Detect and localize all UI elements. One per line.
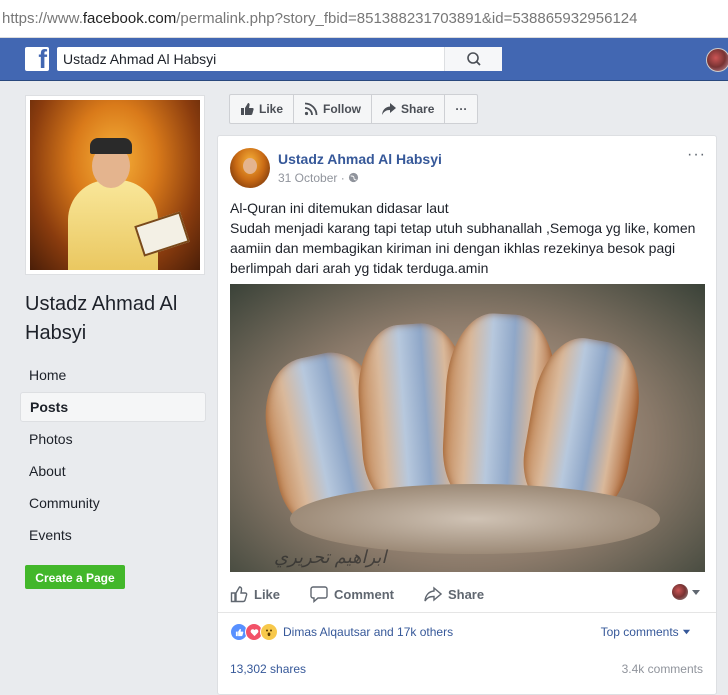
post-text: Al-Quran ini ditemukan didasar laut Suda… xyxy=(230,198,710,278)
comment-icon xyxy=(310,586,328,603)
share-page-button[interactable]: Share xyxy=(372,95,446,123)
reactions-text[interactable]: Dimas Alqautsar and 17k others xyxy=(283,625,453,639)
post-card: Ustadz Ahmad Al Habsyi 31 October · ··· … xyxy=(217,135,717,695)
page-nav: Home Posts Photos About Community Events xyxy=(20,360,206,552)
search-button[interactable] xyxy=(444,47,502,71)
search-icon xyxy=(467,52,481,66)
user-avatar[interactable] xyxy=(706,48,728,72)
post-timestamp[interactable]: 31 October · xyxy=(278,171,359,185)
post-image[interactable]: ابراهيم تحريري xyxy=(230,284,705,572)
address-bar[interactable]: https://www.facebook.com/permalink.php?s… xyxy=(0,0,728,38)
caret-down-icon xyxy=(692,590,700,595)
reactions-summary: Dimas Alqautsar and 17k others Top comme… xyxy=(230,622,705,642)
post-as-selector[interactable] xyxy=(672,584,701,600)
profile-picture[interactable] xyxy=(25,95,205,275)
url-path: /permalink.php?story_fbid=85138823170389… xyxy=(176,10,638,27)
profile-photo xyxy=(30,100,200,270)
post-share-button[interactable]: Share xyxy=(424,585,484,603)
post-text-line1: Al-Quran ini ditemukan didasar laut xyxy=(230,200,449,216)
follow-page-button[interactable]: Follow xyxy=(294,95,373,123)
viewer-avatar xyxy=(672,584,688,600)
nav-item-events[interactable]: Events xyxy=(20,520,206,550)
rss-icon xyxy=(304,102,318,116)
create-page-button[interactable]: Create a Page xyxy=(25,565,125,589)
search-input[interactable] xyxy=(57,47,452,71)
image-watermark: ابراهيم تحريري xyxy=(274,547,387,567)
caret-down-icon xyxy=(682,629,691,635)
more-options-button[interactable]: ··· xyxy=(445,95,477,123)
share-arrow-icon xyxy=(424,586,442,602)
divider xyxy=(218,612,716,613)
share-arrow-icon xyxy=(382,103,397,115)
facebook-topbar: f xyxy=(0,38,728,81)
search-box xyxy=(57,47,502,71)
engagement-counts: 13,302 shares 3.4k comments xyxy=(230,662,705,676)
like-page-button[interactable]: Like xyxy=(230,95,295,123)
page-action-bar: Like Follow Share ··· xyxy=(229,94,479,124)
post-options-icon[interactable]: ··· xyxy=(687,147,706,163)
post-comment-button[interactable]: Comment xyxy=(310,585,394,603)
post-author-avatar[interactable] xyxy=(230,148,270,188)
thumbs-up-icon xyxy=(241,103,254,115)
page-title: Ustadz Ahmad Al Habsyi xyxy=(25,293,178,344)
facebook-logo-icon[interactable]: f xyxy=(25,47,49,71)
nav-item-about[interactable]: About xyxy=(20,456,206,486)
post-like-button[interactable]: Like xyxy=(230,585,280,603)
shares-count[interactable]: 13,302 shares xyxy=(230,662,306,676)
nav-item-photos[interactable]: Photos xyxy=(20,424,206,454)
post-action-row: Like Comment Share xyxy=(230,580,705,608)
comments-count[interactable]: 3.4k comments xyxy=(622,662,703,676)
nav-item-home[interactable]: Home xyxy=(20,360,206,390)
nav-item-posts[interactable]: Posts xyxy=(20,392,206,422)
post-author-name[interactable]: Ustadz Ahmad Al Habsyi xyxy=(278,151,442,167)
post-text-line2: Sudah menjadi karang tapi tetap utuh sub… xyxy=(230,220,696,276)
thumbs-up-icon xyxy=(230,586,248,603)
nav-item-community[interactable]: Community xyxy=(20,488,206,518)
top-comments-dropdown[interactable]: Top comments xyxy=(601,625,691,639)
wow-reaction-icon xyxy=(260,623,278,641)
url-prefix: https://www. xyxy=(2,10,83,27)
globe-icon xyxy=(348,172,359,183)
url-host: facebook.com xyxy=(82,10,177,27)
